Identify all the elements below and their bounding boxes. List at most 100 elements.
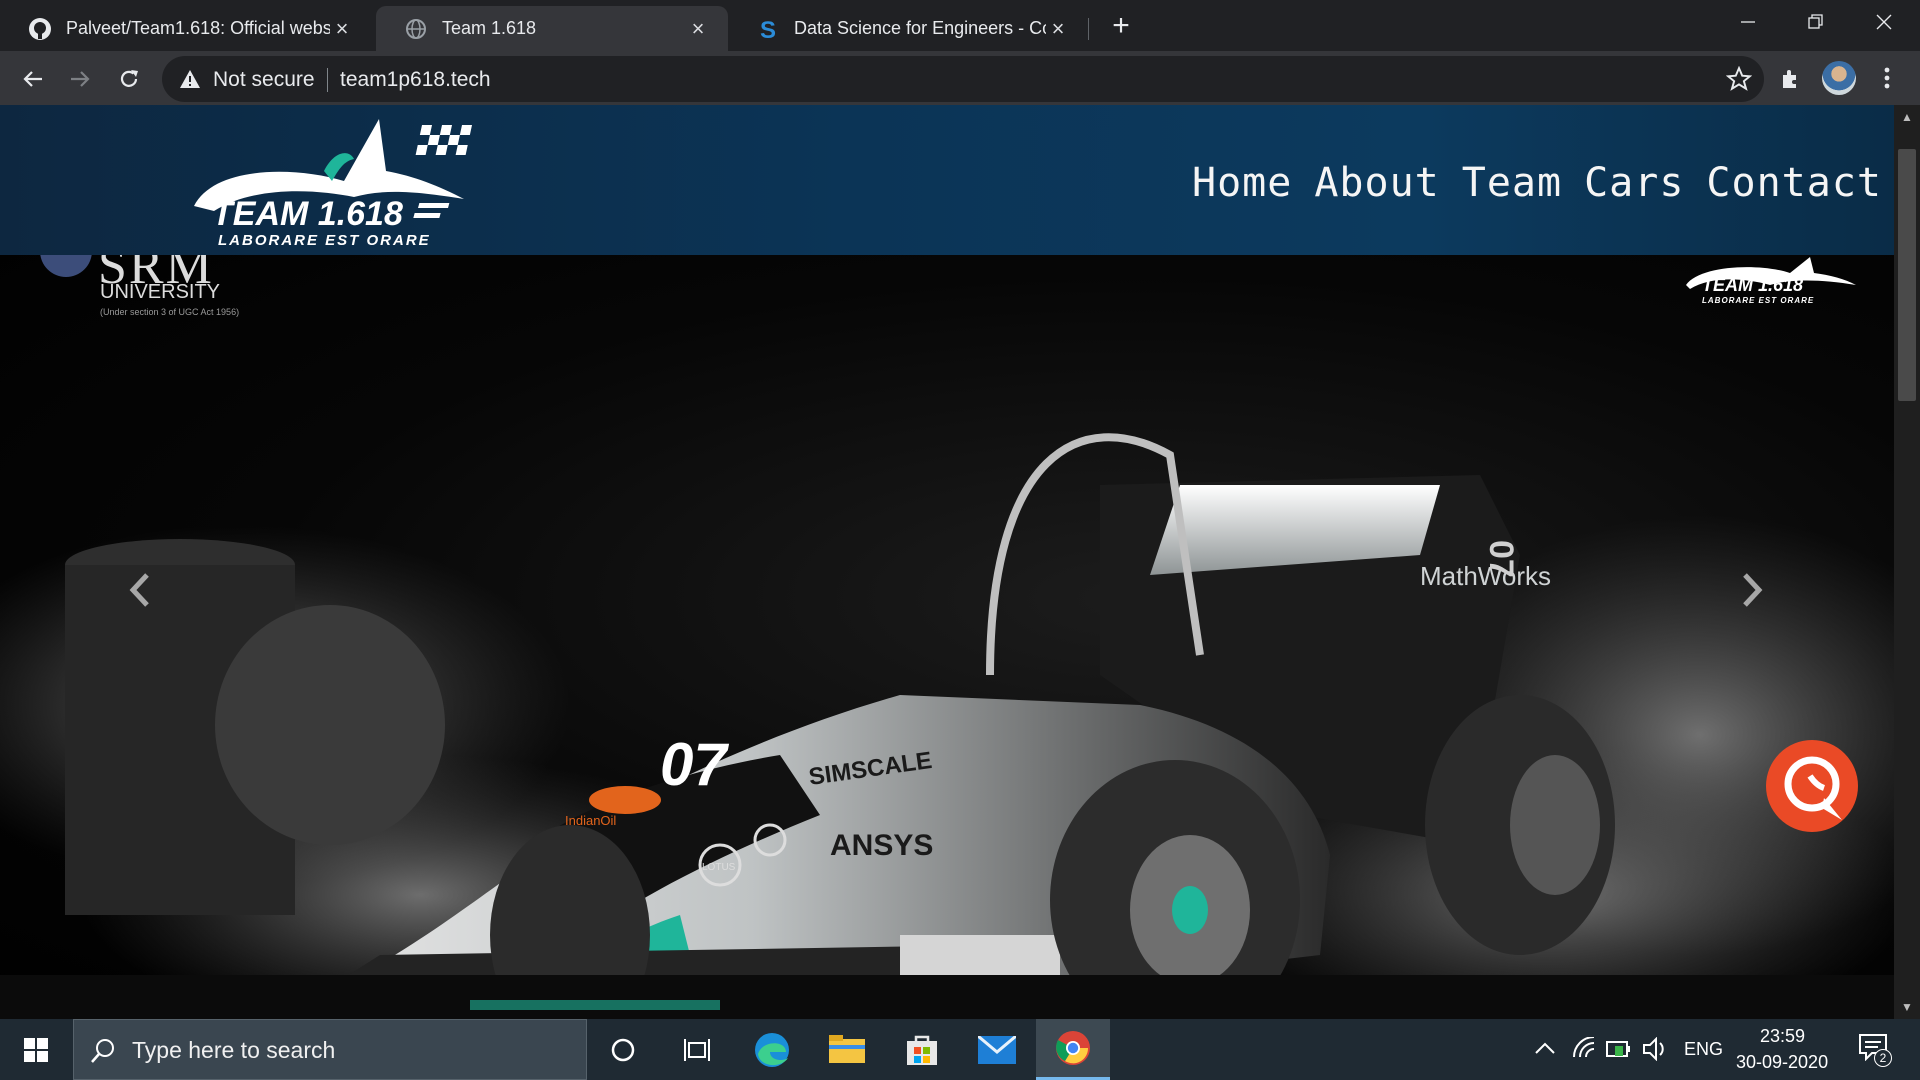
race-car-image: MathWorks 07 07 SIMSCALE ANSYS IndianOil… <box>0 433 1894 1019</box>
extensions-button[interactable] <box>1774 61 1808 95</box>
logo-text: TEAM 1.618 <box>212 195 403 233</box>
profile-avatar[interactable] <box>1822 61 1856 95</box>
github-icon <box>28 17 52 41</box>
back-arrow-icon <box>23 71 42 87</box>
page-viewport: TEAM 1.618 LABORARE EST ORARE Home About… <box>0 105 1894 1019</box>
tab-data-science[interactable]: S Data Science for Engineers - Cou × <box>728 6 1088 51</box>
carousel-next-button[interactable] <box>1732 560 1772 620</box>
taskbar-file-explorer[interactable] <box>810 1019 884 1080</box>
close-tab-icon[interactable]: × <box>1046 16 1070 41</box>
car-sponsor-lotus: LOTUS <box>702 862 736 873</box>
svg-text:07: 07 <box>1482 540 1520 578</box>
show-hidden-icons-icon[interactable] <box>1534 1041 1556 1055</box>
address-bar[interactable]: Not secure team1p618.tech <box>162 56 1764 102</box>
chat-widget-button[interactable] <box>1766 740 1858 832</box>
clock-date[interactable]: 30-09-2020 <box>1736 1052 1828 1073</box>
close-tab-icon[interactable]: × <box>686 16 710 41</box>
tab-team1618[interactable]: Team 1.618 × <box>376 6 728 51</box>
chrome-browser-icon <box>1056 1031 1090 1065</box>
logo-tagline: LABORARE EST ORARE <box>218 232 431 249</box>
chevron-left-icon <box>129 573 149 607</box>
taskbar-search-placeholder: Type here to search <box>132 1037 336 1063</box>
globe-icon <box>404 17 428 41</box>
browser-tab-strip: Palveet/Team1.618: Official websi × Team… <box>0 0 1920 51</box>
cortana-circle-icon <box>611 1038 635 1061</box>
reload-button[interactable] <box>112 62 146 96</box>
network-icon[interactable] <box>1572 1037 1596 1059</box>
tab-separator <box>1088 18 1089 40</box>
taskbar-store[interactable] <box>885 1019 959 1080</box>
svg-text:S: S <box>760 17 776 41</box>
store-bag-icon <box>907 1035 937 1065</box>
nav-cars[interactable]: Cars <box>1584 160 1684 206</box>
team-logo[interactable]: TEAM 1.618 LABORARE EST ORARE <box>174 111 494 251</box>
restore-button[interactable] <box>1782 0 1850 44</box>
action-center-button[interactable]: 2 <box>1858 1033 1892 1067</box>
nav-home[interactable]: Home <box>1192 160 1292 206</box>
minimize-button[interactable] <box>1714 0 1782 44</box>
language-indicator[interactable]: ENG <box>1684 1039 1723 1060</box>
main-navigation: Home About Team Cars Contact <box>1192 160 1882 206</box>
clock-time[interactable]: 23:59 <box>1760 1026 1805 1047</box>
back-button[interactable] <box>16 62 50 96</box>
car-sponsor-ansys: ANSYS <box>830 829 933 862</box>
cortana-button[interactable] <box>586 1019 660 1080</box>
tab-title: Data Science for Engineers - Cou <box>794 18 1046 38</box>
close-icon <box>1876 14 1892 30</box>
car-number: 07 <box>660 731 729 798</box>
forward-button[interactable] <box>63 62 97 96</box>
university-sub: (Under section 3 of UGC Act 1956) <box>100 307 240 317</box>
browser-toolbar: Not secure team1p618.tech <box>0 51 1920 105</box>
scrollbar-thumb[interactable] <box>1898 149 1916 401</box>
taskbar-mail[interactable] <box>960 1019 1034 1080</box>
watermark-text: TEAM 1.618 <box>1702 275 1803 295</box>
site-header: TEAM 1.618 LABORARE EST ORARE Home About… <box>0 105 1894 255</box>
team-logo-graphic: TEAM 1.618 LABORARE EST ORARE <box>194 119 472 249</box>
volume-icon[interactable] <box>1642 1037 1668 1061</box>
notification-count-badge: 2 <box>1874 1049 1892 1067</box>
reload-icon <box>120 70 138 87</box>
warning-icon <box>180 70 200 88</box>
page-scrollbar[interactable]: ▲ ▼ <box>1894 105 1920 1019</box>
task-view-icon <box>684 1038 710 1061</box>
nav-about[interactable]: About <box>1314 160 1439 206</box>
start-button[interactable] <box>0 1019 72 1080</box>
omnibox-separator <box>327 68 328 92</box>
restore-icon <box>1808 14 1823 29</box>
close-window-button[interactable] <box>1850 0 1918 44</box>
tab-title: Palveet/Team1.618: Official websi <box>66 18 330 38</box>
hero-carousel: MathWorks 07 07 SIMSCALE ANSYS IndianOil… <box>0 255 1894 1019</box>
s-icon: S <box>756 17 780 41</box>
tab-title: Team 1.618 <box>442 18 537 38</box>
task-view-button[interactable] <box>660 1019 734 1080</box>
security-label[interactable]: Not secure <box>213 68 315 92</box>
scroll-up-icon[interactable]: ▲ <box>1894 105 1920 129</box>
nav-team[interactable]: Team <box>1462 160 1562 206</box>
bookmark-star-icon[interactable] <box>1726 66 1752 92</box>
search-icon <box>91 1039 114 1063</box>
battery-icon[interactable] <box>1606 1038 1632 1060</box>
taskbar-chrome[interactable] <box>1036 1019 1110 1080</box>
forward-arrow-icon <box>71 71 90 87</box>
close-tab-icon[interactable]: × <box>330 16 354 41</box>
puzzle-piece-icon <box>1783 70 1796 88</box>
minimize-icon <box>1741 21 1755 23</box>
windows-logo-icon <box>24 1037 48 1062</box>
taskbar-edge[interactable] <box>735 1019 809 1080</box>
menu-button[interactable] <box>1870 61 1904 95</box>
carousel-prev-button[interactable] <box>120 560 160 620</box>
watermark-tagline: LABORARE EST ORARE <box>1702 296 1814 305</box>
university-label: UNIVERSITY <box>100 281 221 303</box>
chevron-right-icon <box>1743 573 1763 607</box>
chat-bubble-icon <box>1784 756 1842 820</box>
url-text[interactable]: team1p618.tech <box>340 68 491 92</box>
folder-icon <box>829 1034 865 1063</box>
tab-github[interactable]: Palveet/Team1.618: Official websi × <box>0 6 372 51</box>
windows-taskbar: Type here to search ENG 23:59 30-09-2020… <box>0 1019 1920 1080</box>
kebab-menu-icon <box>1884 67 1890 89</box>
new-tab-button[interactable]: + <box>1106 11 1136 42</box>
taskbar-search-box[interactable]: Type here to search <box>73 1019 587 1080</box>
nav-contact[interactable]: Contact <box>1706 160 1882 206</box>
mail-envelope-icon <box>978 1035 1016 1064</box>
scroll-down-icon[interactable]: ▼ <box>1894 995 1920 1019</box>
